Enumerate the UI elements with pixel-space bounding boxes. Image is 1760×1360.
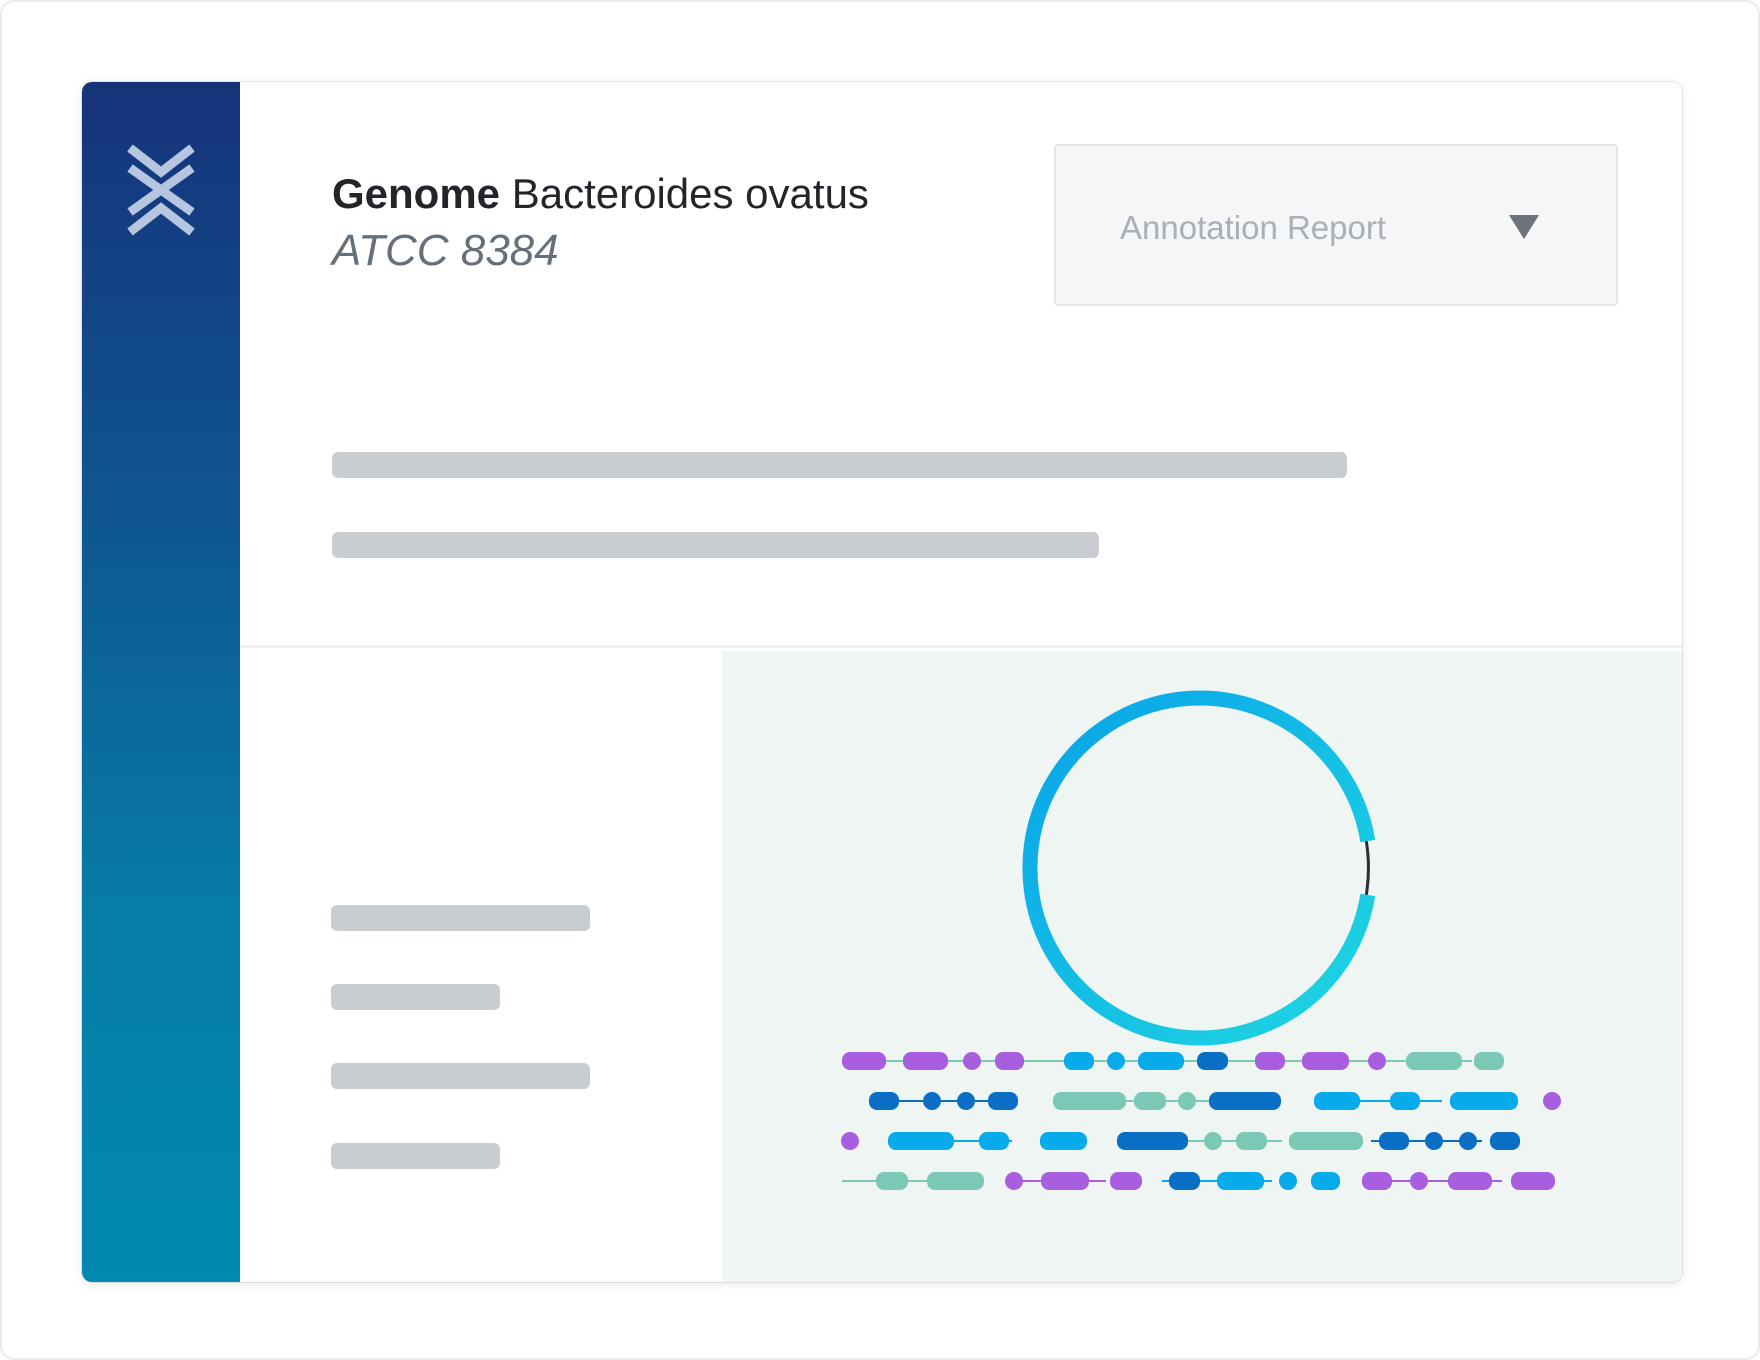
gene-feature[interactable] [1390, 1092, 1420, 1110]
sidebar [82, 82, 240, 1282]
gene-feature[interactable] [995, 1052, 1024, 1070]
gene-feature[interactable] [1209, 1092, 1281, 1110]
gene-marker[interactable] [841, 1132, 859, 1150]
gene-feature[interactable] [1255, 1052, 1285, 1070]
genome-name: Bacteroides ovatus [511, 170, 869, 217]
gene-marker[interactable] [1178, 1092, 1196, 1110]
gene-feature[interactable] [1197, 1052, 1228, 1070]
gene-feature[interactable] [1314, 1092, 1360, 1110]
main-panel: Genome Bacteroides ovatus ATCC 8384 Anno… [240, 82, 1682, 1282]
genome-label: Genome [332, 170, 501, 217]
gene-feature[interactable] [1311, 1172, 1340, 1190]
gene-feature[interactable] [903, 1052, 948, 1070]
gene-feature[interactable] [869, 1092, 899, 1110]
gene-marker[interactable] [1107, 1052, 1125, 1070]
gene-marker[interactable] [1368, 1052, 1386, 1070]
gene-feature[interactable] [1289, 1132, 1363, 1150]
genome-map-selection-arc[interactable] [1364, 841, 1370, 895]
screenshot-frame: Genome Bacteroides ovatus ATCC 8384 Anno… [0, 0, 1760, 1360]
gene-marker[interactable] [1410, 1172, 1428, 1190]
gene-feature[interactable] [1362, 1172, 1392, 1190]
gene-feature[interactable] [988, 1092, 1018, 1110]
gene-feature[interactable] [1511, 1172, 1555, 1190]
description-placeholder-line [332, 532, 1099, 558]
gene-feature[interactable] [1053, 1092, 1126, 1110]
stat-placeholder-line [331, 1063, 590, 1089]
gene-marker[interactable] [1204, 1132, 1222, 1150]
x-logo-icon[interactable] [126, 144, 196, 236]
gene-feature[interactable] [1064, 1052, 1094, 1070]
gene-feature[interactable] [1138, 1052, 1184, 1070]
gene-feature[interactable] [1474, 1052, 1504, 1070]
gene-feature[interactable] [1117, 1132, 1188, 1150]
gene-feature[interactable] [979, 1132, 1009, 1150]
gene-feature[interactable] [1448, 1172, 1492, 1190]
gene-marker[interactable] [1459, 1132, 1477, 1150]
gene-marker[interactable] [1543, 1092, 1561, 1110]
genome-visualization-panel [722, 651, 1682, 1282]
gene-feature[interactable] [1236, 1132, 1267, 1150]
gene-feature[interactable] [1217, 1172, 1264, 1190]
description-placeholder-line [332, 452, 1347, 478]
gene-feature[interactable] [876, 1172, 908, 1190]
stats-panel [240, 651, 722, 1282]
gene-marker[interactable] [1005, 1172, 1023, 1190]
report-select-value: Annotation Report [1120, 209, 1387, 246]
page-title: Genome Bacteroides ovatus [332, 170, 869, 218]
gene-marker[interactable] [1279, 1172, 1297, 1190]
gene-marker[interactable] [923, 1092, 941, 1110]
app-window: Genome Bacteroides ovatus ATCC 8384 Anno… [82, 82, 1682, 1282]
gene-feature[interactable] [1302, 1052, 1349, 1070]
gene-feature[interactable] [1379, 1132, 1409, 1150]
genome-header: Genome Bacteroides ovatus ATCC 8384 Anno… [240, 82, 1682, 648]
gene-feature[interactable] [1169, 1172, 1200, 1190]
gene-feature[interactable] [888, 1132, 954, 1150]
stat-placeholder-line [331, 1143, 500, 1169]
stat-placeholder-line [331, 905, 590, 931]
gene-feature[interactable] [1110, 1172, 1142, 1190]
caret-down-icon [1509, 215, 1539, 239]
gene-tracks [841, 1052, 1561, 1190]
circular-genome-map[interactable] [1022, 690, 1376, 1046]
gene-feature[interactable] [1490, 1132, 1520, 1150]
gene-marker[interactable] [963, 1052, 981, 1070]
gene-feature[interactable] [1406, 1052, 1462, 1070]
gene-marker[interactable] [957, 1092, 975, 1110]
gene-feature[interactable] [842, 1052, 886, 1070]
genome-visualization [841, 690, 1561, 1190]
gene-feature[interactable] [927, 1172, 984, 1190]
genome-strain: ATCC 8384 [332, 226, 559, 275]
report-select[interactable]: Annotation Report [1054, 144, 1618, 306]
gene-marker[interactable] [1425, 1132, 1443, 1150]
gene-feature[interactable] [1041, 1172, 1089, 1190]
gene-feature[interactable] [1450, 1092, 1518, 1110]
stat-placeholder-line [331, 984, 500, 1010]
gene-feature[interactable] [1134, 1092, 1166, 1110]
gene-feature[interactable] [1040, 1132, 1087, 1150]
